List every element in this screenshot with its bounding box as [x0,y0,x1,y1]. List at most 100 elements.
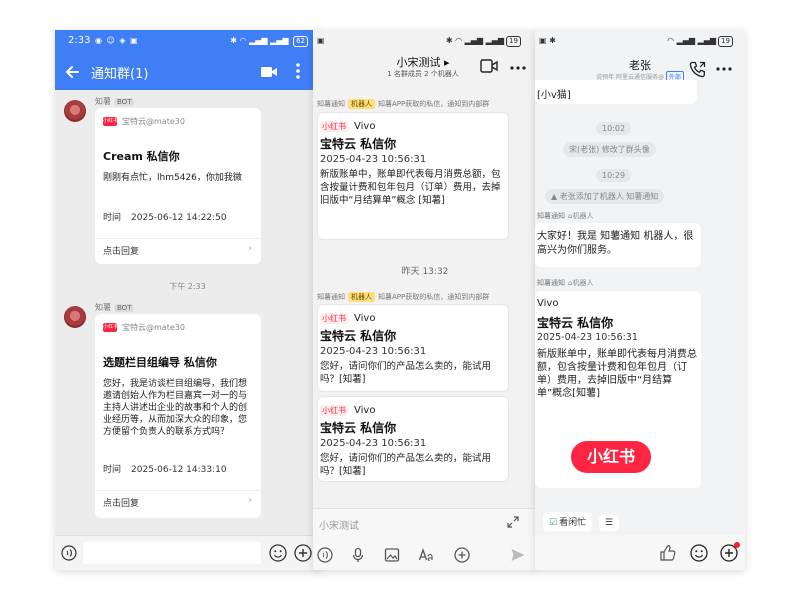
input-area: 小宋测试 [313,508,537,570]
message-card[interactable]: 小红书 Vivo 宝特云 私信你 2025-04-23 10:56:31 您好，… [317,304,509,392]
previous-message-bubble[interactable]: [小v猫] [535,80,697,104]
message-bubble[interactable]: 大家好！我是 知薯通知 机器人，很高兴为你们服务。 [535,223,701,267]
menu-chip[interactable]: ☰ [598,515,620,531]
app-bar: 通知群(1) [55,54,320,90]
status-bar: ▣ ✱ ◠ ▂▄▆ ▂▄▆ 19 [313,30,537,50]
video-call-icon[interactable] [260,64,278,80]
message-card[interactable]: 小红书 Vivo 宝特云 私信你 2025-04-23 10:56:31 您好，… [317,396,509,482]
card-title: 宝特云 私信你 [320,137,397,151]
back-arrow-icon[interactable] [63,62,83,82]
time-label: 时间 [103,465,122,475]
message-meta: 知薯通知 ⌂机器人 [537,211,593,221]
time-value: 2025-06-12 14:22:50 [131,213,227,223]
message-input[interactable] [83,542,261,564]
robot-badge-label: 机器人 [572,212,594,220]
card-body: 新版账单中，账单即代表每月消费总额，包含按量计费和包年包月（订单）费用，去掉旧版… [537,349,697,399]
sender-name: 知薯 [95,303,111,312]
xiaohongshu-logo-icon: 小红书 [103,323,119,332]
card-title: Cream 私信你 [103,150,180,163]
emoji-icon[interactable] [269,544,287,562]
meta-desc: 知薯APP获取的私信，通知到内部群 [378,100,490,108]
message-meta: 知薯通知 ⌂机器人 [537,278,593,288]
phone-private-chat: ▣ ✱ ◠ ▂▄▆ ▂▄▆ 19 老张 说预年 阿里云通信服务@ 外部 [小v猫]… [535,30,745,570]
notification-card[interactable]: 小红书 宝特云@mate30 Cream 私信你 刚刚有点忙，lhm5426，你加… [95,108,261,264]
bot-avatar[interactable] [64,306,86,328]
time-pill: 10:02 [596,122,632,135]
add-icon[interactable] [454,547,470,563]
robot-icon: ▲ [551,192,560,201]
status-app-icons: ◉ ☺ ◈ ▣ [95,36,139,45]
reply-label: 点击回复 [103,499,140,509]
emoji-icon[interactable] [690,544,708,562]
send-icon[interactable] [510,547,526,563]
chevron-right-icon: › [248,495,252,506]
status-app-icons: ▣ ✱ [539,36,556,45]
xiaohongshu-logo: 小红书 [571,441,651,473]
time-value: 2025-06-12 14:33:10 [131,465,227,475]
battery-icon: 62 [293,36,308,47]
voice-input-icon[interactable] [61,545,77,561]
robot-badge: ⌂机器人 [568,279,594,287]
xiaohongshu-badge: 小红书 [320,313,348,324]
time-divider: 下午 2:33 [169,282,206,291]
card-from: Vivo [354,405,376,416]
card-time: 时间 2025-06-12 14:33:10 [103,462,227,475]
card-title: 选题栏目组编导 私信你 [103,356,217,369]
input-bar [535,535,745,570]
robot-badge-label: 机器人 [572,279,594,287]
card-title: 宝特云 私信你 [537,316,614,330]
card-date: 2025-04-23 10:56:31 [537,332,638,343]
status-right: ✱ ◠ ▂▄▆ ▂▄▆ 62 [230,36,308,47]
status-bar: ▣ ✱ ◠ ▂▄▆ ▂▄▆ 19 [535,30,745,50]
more-horizontal-icon[interactable] [510,66,526,70]
message-sender: 知薯 BOT [95,96,135,107]
bot-badge: BOT [114,304,135,312]
microphone-icon[interactable] [350,547,366,563]
robot-badge: ⌂机器人 [568,212,594,220]
signal-icons: ✱ ◠ ▂▄▆ ▂▄▆ [230,36,289,45]
message-meta: 知薯通知 机器人 知薯APP获取的私信，通知到内部群 [317,292,489,302]
card-from: Vivo [537,298,559,309]
chip-label: 看闲忙 [559,518,587,528]
message-card[interactable]: 小红书 Vivo 宝特云 私信你 2025-04-23 10:56:31 新版账… [317,112,509,240]
meta-sender: 知薯通知 [317,293,345,301]
add-icon[interactable] [294,544,312,562]
check-availability-chip[interactable]: ☑ 看闲忙 [543,512,593,531]
image-icon[interactable] [384,547,400,563]
card-title: 宝特云 私信你 [320,329,397,343]
signal-icons: ✱ ◠ ▂▄▆ ▂▄▆ [445,36,505,45]
more-vertical-icon[interactable] [295,61,301,81]
reply-row[interactable]: 点击回复 › [95,490,261,512]
reply-row[interactable]: 点击回复 › [95,238,261,260]
notification-dot [734,542,740,548]
bot-avatar[interactable] [64,100,86,122]
meta-sender: 知薯通知 [537,212,565,220]
input-bar [55,535,320,570]
voice-input-icon[interactable] [317,547,333,563]
video-call-icon[interactable] [480,58,498,74]
phone-call-icon[interactable] [689,60,707,78]
previous-message-text: [小v猫] [537,90,571,101]
chat-title[interactable]: 小宋测试 ▸ [363,54,483,70]
meta-desc: 知薯APP获取的私信，通知到内部群 [378,293,490,301]
more-horizontal-icon[interactable] [716,67,732,71]
thumbs-up-icon[interactable] [659,544,677,562]
system-event: 宋(老张) 修改了群头像 [563,142,656,157]
card-body: 您好，请问你们的产品怎么卖的，能试用吗？[知薯] [320,361,492,385]
message-input[interactable]: 小宋测试 [319,517,359,532]
card-from: Vivo [354,121,376,132]
card-date: 2025-04-23 10:56:31 [320,438,427,449]
system-event-text: 老张添加了机器人 知薯通知 [559,192,659,201]
expand-icon[interactable] [506,515,520,529]
check-icon: ☑ [549,518,558,528]
notification-card[interactable]: 小红书 宝特云@mate30 选题栏目组编导 私信你 您好，我是访谈栏目组编导，我… [95,314,261,518]
system-event: ▲ 老张添加了机器人 知薯通知 [545,189,665,204]
status-right: ✱ ◠ ▂▄▆ ▂▄▆ 19 [446,36,521,47]
message-card[interactable]: Vivo 宝特云 私信你 2025-04-23 10:56:31 新版账单中，账… [535,291,701,488]
text-format-icon[interactable] [418,547,434,563]
time-pill: 10:29 [596,169,632,182]
meta-sender: 知薯通知 [537,279,565,287]
bubble-text: 大家好！我是 知薯通知 机器人，很高兴为你们服务。 [537,231,694,256]
chevron-right-icon: › [248,243,252,254]
robot-badge: 机器人 [348,99,375,109]
